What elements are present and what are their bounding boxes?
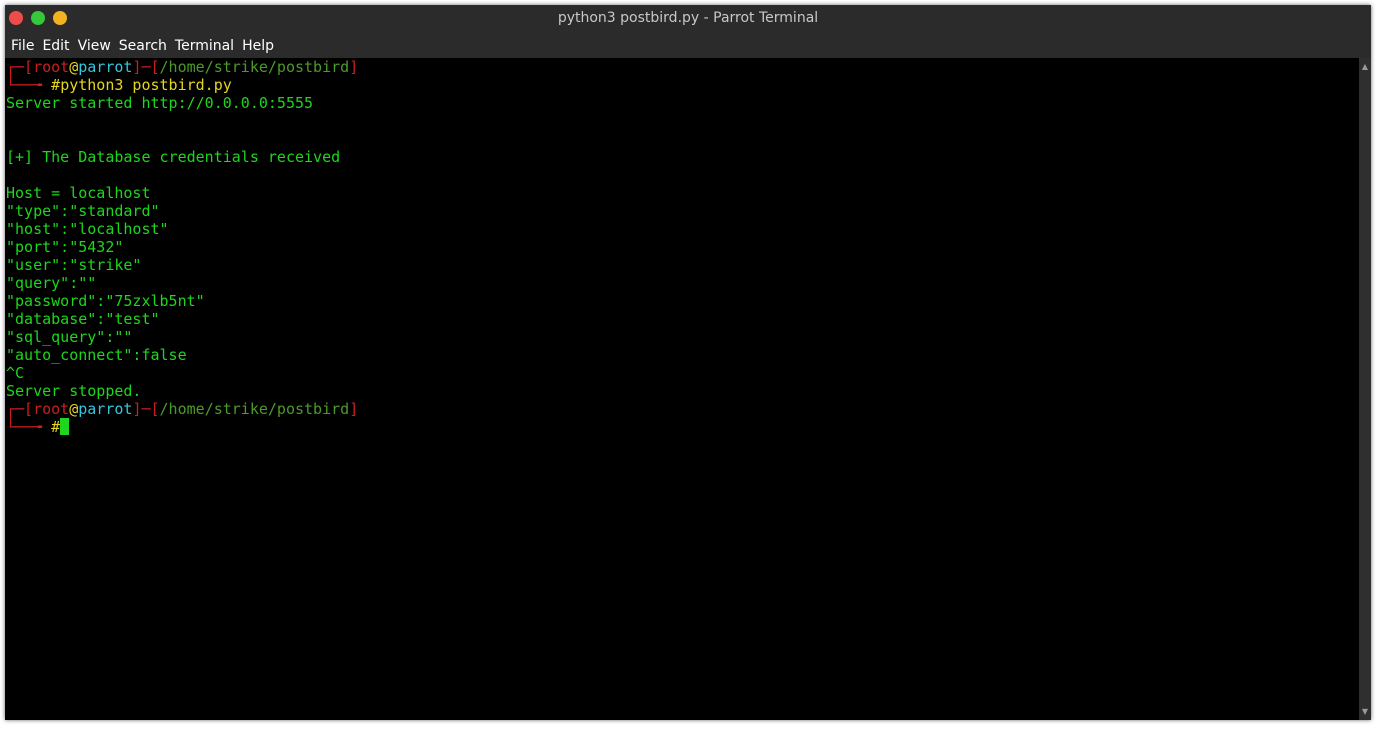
prompt-bracket: ┌─[ [6,58,34,76]
prompt-corner: └──╼ [6,418,52,436]
window-title: python3 postbird.py - Parrot Terminal [557,10,819,26]
prompt-path: /home/strike/postbird [159,400,350,418]
prompt-separator: ]─[ [132,58,160,76]
command-line-1: └──╼ #python3 postbird.py [6,76,1359,94]
menu-help[interactable]: Help [238,38,278,54]
terminal-output[interactable]: ┌─[root@parrot]─[/home/strike/postbird] … [5,58,1359,720]
menu-terminal[interactable]: Terminal [171,38,238,54]
output-line: [+] The Database credentials received [6,148,341,166]
prompt-corner: └──╼ [6,76,52,94]
output-line: "port":"5432" [6,238,124,256]
text-cursor [60,418,70,435]
prompt-bracket-close: ] [349,58,359,76]
prompt-host: parrot [78,400,133,418]
output-line: "query":"" [6,274,97,292]
prompt-path: /home/strike/postbird [159,58,350,76]
command-line-2[interactable]: └──╼ # [6,418,1359,436]
menu-bar: File Edit View Search Terminal Help [5,33,1371,58]
prompt-line-2: ┌─[root@parrot]─[/home/strike/postbird] [6,400,1359,418]
scroll-up-icon[interactable]: ▲ [1359,62,1371,71]
menu-edit[interactable]: Edit [38,38,73,54]
prompt-bracket-close: ] [349,400,359,418]
output-line: ^C [6,364,25,382]
output-line: Server stopped. [6,382,142,400]
menu-file[interactable]: File [7,38,38,54]
prompt-line-1: ┌─[root@parrot]─[/home/strike/postbird] [6,58,1359,76]
prompt-host: parrot [78,58,133,76]
prompt-user: root [33,58,70,76]
title-bar: python3 postbird.py - Parrot Terminal [5,5,1371,33]
prompt-separator: ]─[ [132,400,160,418]
output-line: "password":"75zxlb5nt" [6,292,205,310]
output-line: Server started http://0.0.0.0:5555 [6,94,314,112]
output-line: "type":"standard" [6,202,160,220]
command-text: python3 postbird.py [60,76,232,94]
terminal-window: python3 postbird.py - Parrot Terminal Fi… [5,5,1371,720]
output-line: "sql_query":"" [6,328,133,346]
menu-view[interactable]: View [74,38,115,54]
prompt-user: root [33,400,70,418]
output-line: Host = localhost [6,184,151,202]
prompt-hash: # [51,418,61,436]
output-line: "user":"strike" [6,256,142,274]
menu-search[interactable]: Search [115,38,171,54]
vertical-scrollbar[interactable]: ▲ ▼ [1359,58,1371,720]
output-line: "database":"test" [6,310,160,328]
prompt-bracket: ┌─[ [6,400,34,418]
scroll-down-icon[interactable]: ▼ [1359,707,1371,716]
prompt-at: @ [69,58,79,76]
prompt-at: @ [69,400,79,418]
prompt-hash: # [51,76,61,94]
output-line: "host":"localhost" [6,220,169,238]
output-line: "auto_connect":false [6,346,187,364]
